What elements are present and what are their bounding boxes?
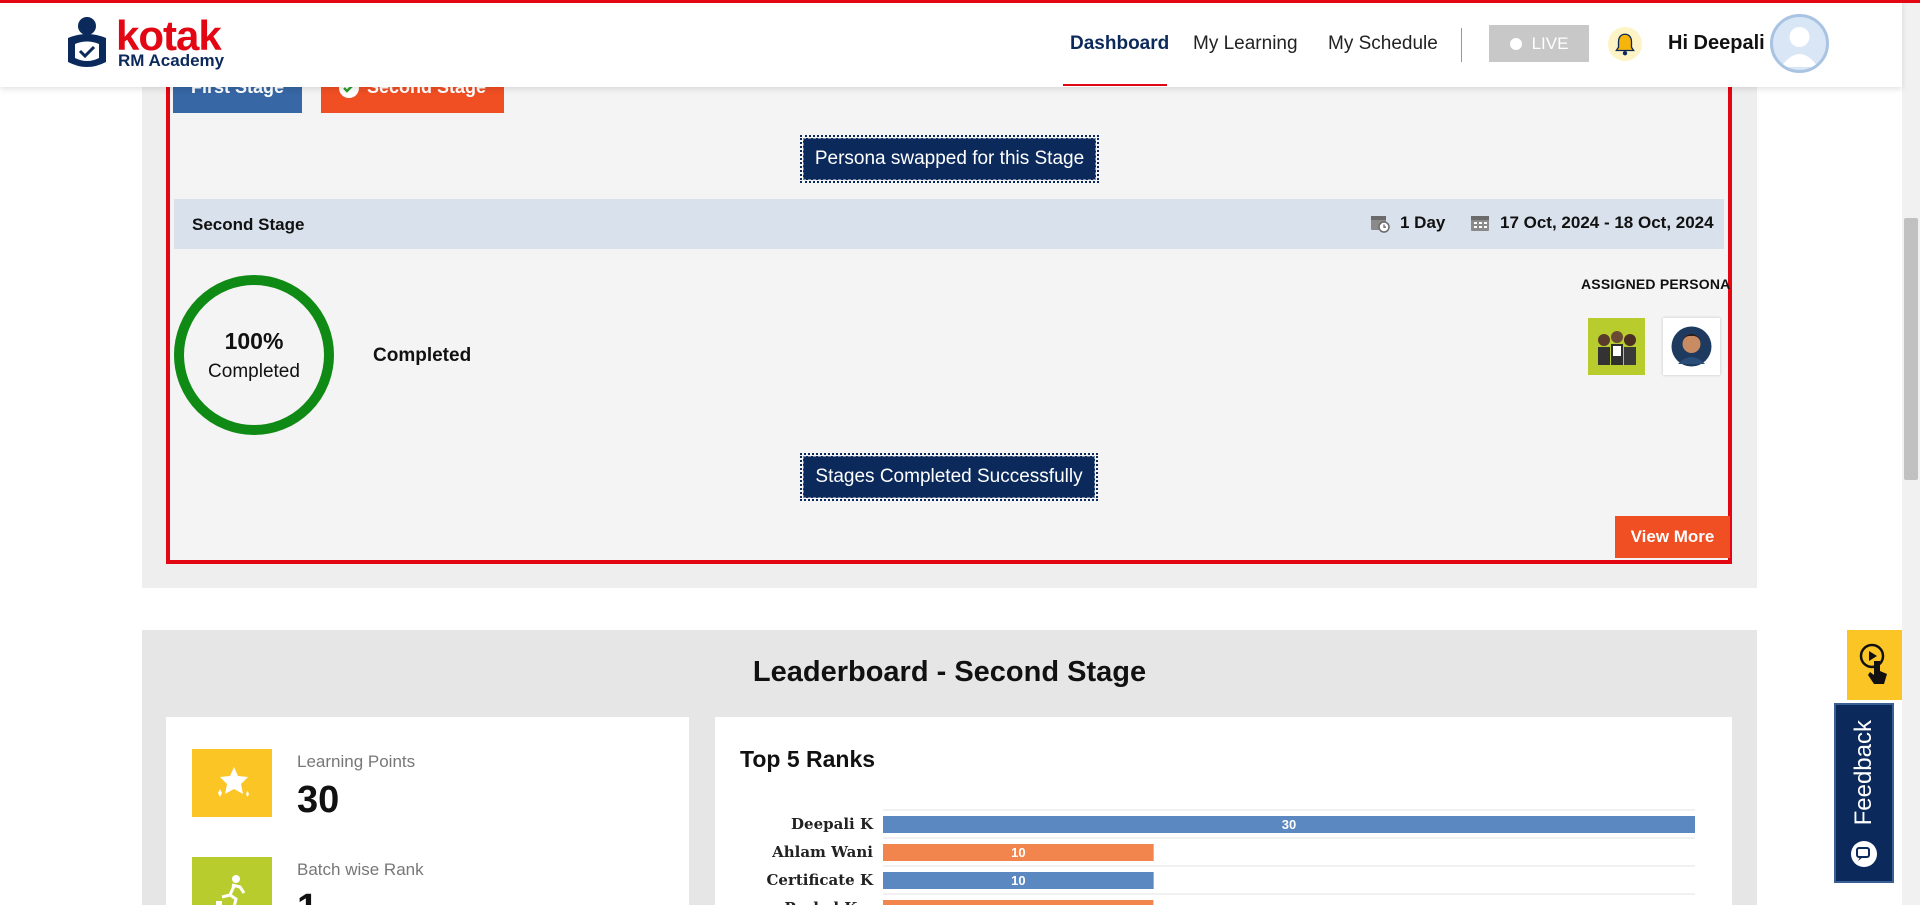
chart-category-label: Deepali K — [791, 815, 874, 833]
stage-date-range: 17 Oct, 2024 - 18 Oct, 2024 — [1470, 213, 1714, 233]
star-points-icon — [192, 749, 272, 817]
play-tour-widget[interactable] — [1847, 630, 1902, 700]
stage-dates-text: 17 Oct, 2024 - 18 Oct, 2024 — [1500, 213, 1714, 232]
learning-points-label: Learning Points — [297, 752, 416, 771]
nav-my-learning[interactable]: My Learning — [1193, 0, 1298, 87]
persona-swapped-banner: Persona swapped for this Stage — [800, 135, 1099, 183]
batch-rank-label: Batch wise Rank — [297, 860, 424, 879]
persona-group-avatar[interactable] — [1588, 318, 1645, 375]
persona-individual-avatar[interactable] — [1663, 318, 1720, 375]
live-dot-icon — [1509, 37, 1522, 50]
chart-data-label: 10 — [1011, 873, 1025, 888]
nav-divider — [1461, 28, 1462, 62]
stage-info-bar: Second Stage 1 Day 17 Oct, 2024 - 18 Oct… — [174, 199, 1724, 249]
chart-category-label: Certificate K — [766, 871, 873, 889]
bell-icon[interactable] — [1608, 27, 1642, 61]
top-accent-bar — [0, 0, 1920, 3]
assigned-persona-label: ASSIGNED PERSONA — [1581, 276, 1731, 292]
chart-data-label: 30 — [1282, 817, 1296, 832]
stage-title: Second Stage — [192, 215, 305, 234]
top-header: kotak RM Academy Dashboard My Learning M… — [0, 0, 1902, 87]
leaderboard-title: Leaderboard - Second Stage — [752, 656, 1147, 688]
brand-name: kotak — [116, 12, 222, 59]
brand-subtitle: RM Academy — [118, 51, 225, 70]
feedback-label: Feedback — [1850, 719, 1877, 825]
progress-label: Completed — [208, 360, 300, 382]
chart-category-label: Ahlam Wani — [771, 843, 873, 861]
live-button[interactable]: LIVE — [1489, 25, 1589, 62]
feedback-tab[interactable]: Feedback — [1834, 703, 1894, 883]
stage-status: Completed — [373, 345, 472, 366]
kotak-logo[interactable]: kotak RM Academy — [62, 12, 232, 74]
runner-rank-icon — [192, 857, 272, 905]
stage-duration-text: 1 Day — [1400, 213, 1446, 232]
stages-completed-banner: Stages Completed Successfully — [800, 453, 1098, 501]
progress-percent: 100% — [224, 327, 284, 354]
user-greeting[interactable]: Hi Deepali — [1668, 32, 1765, 55]
calendar-clock-icon — [1371, 216, 1390, 233]
chart-data-label: 10 — [1011, 845, 1025, 860]
top-ranks-chart: Deepali K 30 Ahlam Wani 10 Certificate K 10 Pr… — [766, 809, 1695, 905]
chat-bubble-icon — [1851, 841, 1877, 867]
nav-active-underline — [1063, 84, 1167, 86]
chart-category-label: Prakal K... — [784, 899, 873, 905]
nav-my-schedule[interactable]: My Schedule — [1328, 0, 1438, 87]
user-avatar-icon[interactable] — [1770, 14, 1829, 73]
chart-bar[interactable] — [883, 900, 1154, 905]
stage-duration: 1 Day — [1370, 213, 1445, 233]
reader-logo-icon — [68, 17, 106, 67]
view-more-button[interactable]: View More — [1615, 516, 1730, 558]
page-scrollbar-thumb[interactable] — [1904, 218, 1918, 480]
top-ranks-title: Top 5 Ranks — [740, 746, 876, 772]
batch-rank-value: 1 — [297, 887, 318, 905]
calendar-icon — [1471, 216, 1489, 231]
nav-dashboard[interactable]: Dashboard — [1070, 0, 1169, 87]
play-pointer-icon — [1859, 643, 1887, 684]
learning-points-value: 30 — [297, 779, 340, 821]
progress-ring: 100% Completed — [174, 275, 334, 435]
live-label: LIVE — [1531, 33, 1569, 53]
